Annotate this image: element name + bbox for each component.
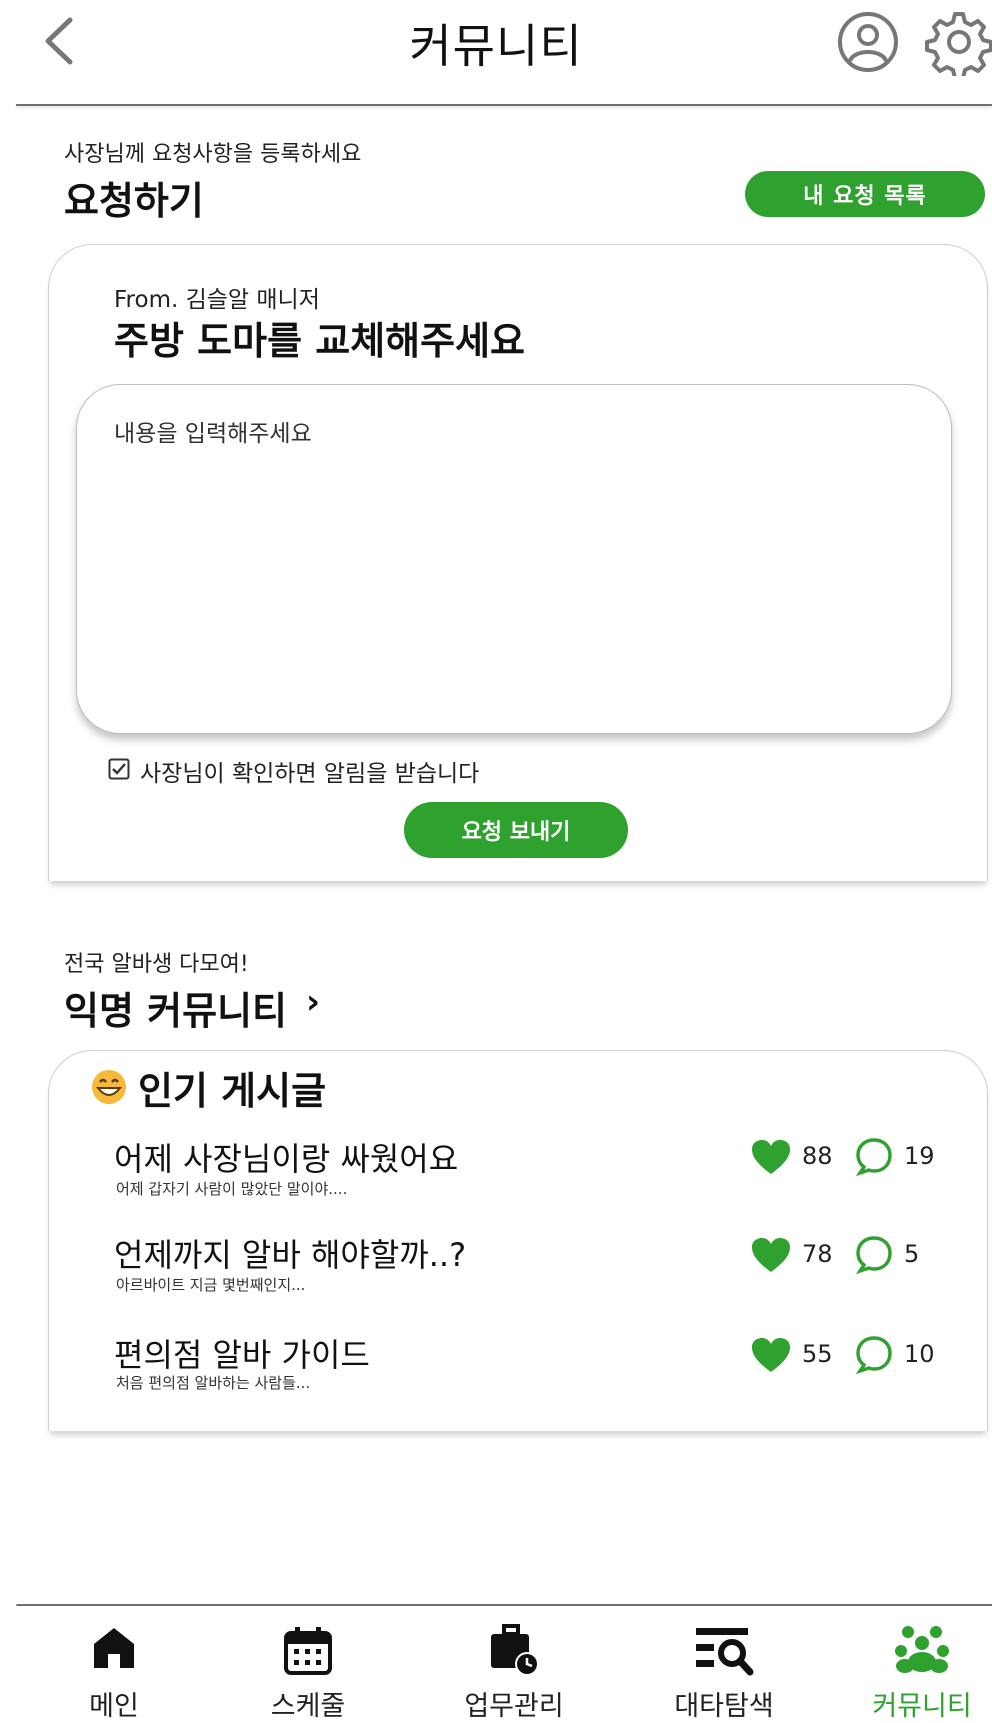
- nav-divider: [16, 1604, 992, 1606]
- like-count: 78: [802, 1240, 833, 1268]
- user-profile-icon[interactable]: [836, 10, 900, 74]
- nav-item-substitute-search[interactable]: 대타탐색: [654, 1624, 794, 1722]
- list-search-icon: [696, 1628, 754, 1676]
- request-title: 요청하기: [64, 179, 204, 223]
- comment-icon[interactable]: [854, 1334, 894, 1374]
- heart-icon[interactable]: [750, 1336, 792, 1374]
- comment-count: 10: [904, 1340, 935, 1368]
- nav-label: 커뮤니티: [872, 1691, 972, 1722]
- header-divider: [16, 104, 992, 106]
- nav-item-community[interactable]: 커뮤니티: [852, 1624, 992, 1722]
- comment-count: 19: [904, 1142, 935, 1170]
- post-title[interactable]: 언제까지 알바 해야할까..?: [114, 1230, 466, 1276]
- heart-icon[interactable]: [750, 1236, 792, 1274]
- nav-item-work[interactable]: 업무관리: [444, 1624, 584, 1722]
- like-count: 88: [802, 1142, 833, 1170]
- briefcase-clock-icon: [491, 1624, 539, 1676]
- nav-item-main[interactable]: 메인: [44, 1624, 184, 1722]
- grinning-face-emoji-icon: [92, 1070, 126, 1104]
- community-chevron-icon[interactable]: ›: [306, 982, 320, 1022]
- notify-checkbox-label[interactable]: 사장님이 확인하면 알림을 받습니다: [140, 754, 479, 788]
- my-requests-button[interactable]: 내 요청 목록: [745, 171, 985, 217]
- post-title[interactable]: 어제 사장님이랑 싸웠어요: [114, 1134, 458, 1180]
- post-preview: 어제 갑자기 사람이 많았단 말이야....: [116, 1180, 348, 1198]
- post-preview: 처음 편의점 알바하는 사람들...: [116, 1374, 311, 1392]
- comment-count: 5: [904, 1240, 920, 1268]
- nav-label: 대타탐색: [674, 1691, 774, 1722]
- comment-icon[interactable]: [854, 1136, 894, 1176]
- calendar-icon: [284, 1627, 332, 1675]
- notify-checkbox-icon[interactable]: [108, 758, 130, 780]
- popular-posts-title: 인기 게시글: [138, 1069, 327, 1113]
- nav-label: 스케줄: [270, 1691, 346, 1722]
- nav-label: 메인: [89, 1691, 139, 1722]
- post-title[interactable]: 편의점 알바 가이드: [114, 1330, 370, 1376]
- request-subject: 주방 도마를 교체해주세요: [114, 319, 526, 363]
- community-subtitle: 전국 알바생 다모여!: [64, 952, 249, 977]
- heart-icon[interactable]: [750, 1138, 792, 1176]
- community-title[interactable]: 익명 커뮤니티: [64, 980, 287, 1035]
- nav-label: 업무관리: [464, 1691, 564, 1722]
- request-subtitle: 사장님께 요청사항을 등록하세요: [64, 142, 362, 167]
- people-group-icon: [895, 1626, 949, 1673]
- send-request-button[interactable]: 요청 보내기: [404, 802, 628, 858]
- request-content-placeholder: 내용을 입력해주세요: [114, 421, 312, 447]
- comment-icon[interactable]: [854, 1234, 894, 1274]
- nav-item-schedule[interactable]: 스케줄: [238, 1624, 378, 1722]
- like-count: 55: [802, 1340, 833, 1368]
- home-icon: [94, 1628, 134, 1668]
- request-from: From. 김슬알 매니저: [114, 287, 320, 313]
- post-preview: 아르바이트 지금 몇번째인지...: [116, 1276, 306, 1294]
- gear-icon[interactable]: [925, 8, 992, 76]
